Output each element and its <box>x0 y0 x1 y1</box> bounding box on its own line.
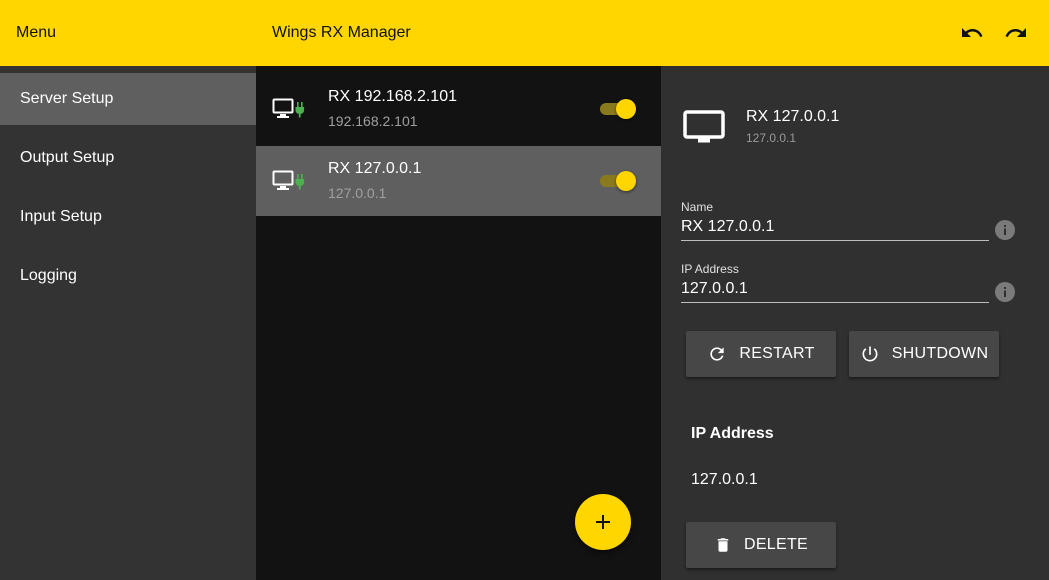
name-field[interactable]: Name RX 127.0.0.1 <box>681 200 989 241</box>
trash-icon <box>717 538 729 552</box>
server-enable-toggle[interactable] <box>600 171 636 191</box>
sidebar-item-logging[interactable]: Logging <box>0 250 256 302</box>
toggle-thumb <box>616 171 636 191</box>
monitor-plug-icon <box>272 98 305 118</box>
server-list-item[interactable]: RX 127.0.0.1 127.0.0.1 <box>256 146 661 216</box>
restart-button[interactable]: RESTART <box>686 331 836 377</box>
sidebar-item-label: Output Setup <box>20 149 115 166</box>
server-subtitle: 192.168.2.101 <box>328 113 418 129</box>
info-icon[interactable] <box>994 281 1016 303</box>
sidebar-item-server-setup[interactable]: Server Setup <box>0 73 256 125</box>
shutdown-button-label: SHUTDOWN <box>891 345 989 362</box>
toggle-thumb <box>616 99 636 119</box>
server-detail-panel: RX 127.0.0.1 127.0.0.1 Name RX 127.0.0.1… <box>661 66 1049 580</box>
redo-icon <box>1005 28 1026 37</box>
server-list-item[interactable]: RX 192.168.2.101 192.168.2.101 <box>256 74 661 144</box>
undo-button[interactable] <box>959 20 985 46</box>
app-window: Menu Wings RX Manager Server Setup Outpu… <box>0 0 1049 580</box>
shutdown-button[interactable]: SHUTDOWN <box>849 331 999 377</box>
delete-button[interactable]: DELETE <box>686 522 836 568</box>
name-field-label: Name <box>681 200 714 214</box>
delete-button-label: DELETE <box>743 536 809 553</box>
undo-icon <box>962 28 983 37</box>
server-title: RX 192.168.2.101 <box>328 88 457 105</box>
power-icon <box>862 346 878 362</box>
ip-address-input[interactable]: 127.0.0.1 <box>681 279 989 303</box>
sidebar-item-label: Server Setup <box>20 90 114 107</box>
name-input[interactable]: RX 127.0.0.1 <box>681 217 989 241</box>
ip-address-field-label: IP Address <box>681 262 739 276</box>
server-subtitle: 127.0.0.1 <box>328 185 387 201</box>
info-icon[interactable] <box>994 219 1016 241</box>
ip-address-field[interactable]: IP Address 127.0.0.1 <box>681 262 989 303</box>
ip-address-section-value: 127.0.0.1 <box>691 471 758 488</box>
sidebar-item-label: Input Setup <box>20 208 102 225</box>
detail-subtitle: 127.0.0.1 <box>746 131 797 145</box>
detail-title: RX 127.0.0.1 <box>746 108 840 125</box>
plus-icon <box>596 515 610 529</box>
monitor-plug-icon <box>272 170 305 190</box>
top-bar: Menu Wings RX Manager <box>0 0 1049 66</box>
ip-address-section-title: IP Address <box>691 425 774 442</box>
sidebar-item-label: Logging <box>20 267 77 284</box>
menu-title: Menu <box>16 24 57 41</box>
monitor-icon <box>683 110 725 143</box>
server-enable-toggle[interactable] <box>600 99 636 119</box>
redo-button[interactable] <box>1003 20 1029 46</box>
refresh-icon <box>710 347 725 361</box>
restart-button-label: RESTART <box>739 345 815 362</box>
sidebar: Server Setup Output Setup Input Setup Lo… <box>0 66 256 580</box>
sidebar-item-input-setup[interactable]: Input Setup <box>0 191 256 243</box>
app-title: Wings RX Manager <box>272 24 411 41</box>
server-title: RX 127.0.0.1 <box>328 160 422 177</box>
server-list: RX 192.168.2.101 192.168.2.101 RX 127.0.… <box>256 66 661 580</box>
top-actions <box>959 20 1029 46</box>
add-server-button[interactable] <box>575 494 631 550</box>
sidebar-item-output-setup[interactable]: Output Setup <box>0 132 256 184</box>
